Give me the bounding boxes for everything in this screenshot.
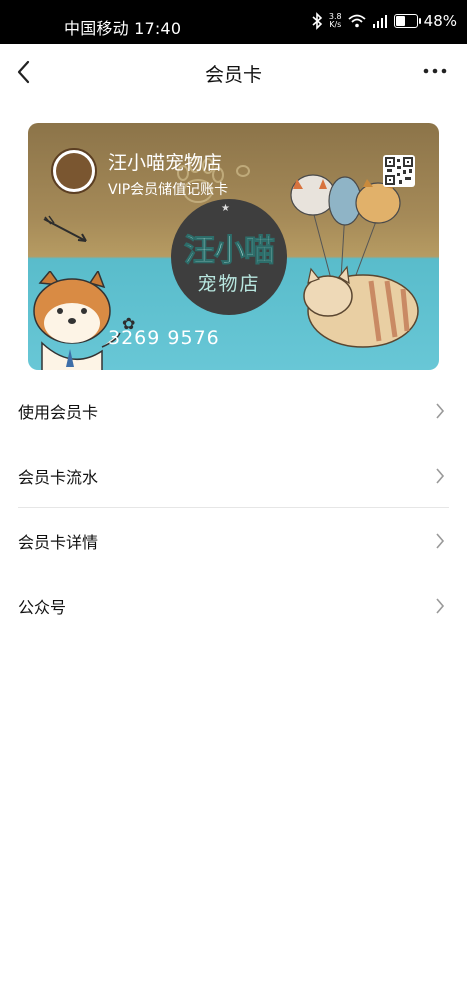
menu-item-use-card[interactable]: 使用会员卡	[0, 378, 467, 443]
arrow-decoration	[43, 215, 87, 242]
shop-logo	[51, 148, 97, 194]
nav-bar: 会员卡	[0, 44, 467, 100]
cat-balloons-illustration	[290, 174, 419, 348]
emblem-text-line1: 汪小喵	[184, 233, 276, 270]
menu-item-card-transactions[interactable]: 会员卡流水	[0, 443, 467, 508]
bluetooth-icon	[312, 12, 323, 30]
card-number: 3269 9576	[108, 327, 220, 349]
battery-fill	[395, 16, 406, 26]
menu-item-card-details[interactable]: 会员卡详情	[0, 508, 467, 573]
menu-item-label: 会员卡流水	[18, 467, 99, 487]
menu-item-label: 公众号	[18, 597, 67, 617]
shop-name: 汪小喵宠物店	[108, 152, 223, 174]
card-type: VIP会员储值记账卡	[108, 182, 229, 198]
network-speed-unit: K/s	[329, 20, 342, 29]
status-bar: 中国移动 17:40 3.8 K/s 48%	[0, 0, 467, 44]
wifi-icon	[348, 14, 366, 28]
dog-avatar-icon	[56, 153, 92, 189]
membership-card[interactable]: ★ 汪小喵 宠物店 ✿ 汪小喵宠物店 VIP会员储值记账卡 3269 9576	[28, 123, 439, 370]
star-icon: ★	[221, 203, 230, 214]
more-options-icon[interactable]	[423, 66, 447, 76]
chevron-right-icon	[436, 598, 445, 614]
page-title: 会员卡	[204, 64, 262, 86]
menu-item-label: 会员卡详情	[18, 532, 99, 552]
cellular-signal-icon	[372, 15, 387, 28]
menu-item-label: 使用会员卡	[18, 402, 99, 422]
qr-code-icon[interactable]	[383, 155, 415, 187]
shiba-dog-illustration: ✿	[33, 271, 135, 370]
battery-percent: 48%	[423, 12, 457, 30]
chevron-right-icon	[436, 533, 445, 549]
chevron-right-icon	[436, 468, 445, 484]
network-speed: 3.8 K/s	[329, 13, 342, 29]
battery-icon	[393, 14, 421, 28]
menu-item-official-account[interactable]: 公众号	[0, 573, 467, 638]
carrier-time: 中国移动 17:40	[64, 19, 182, 38]
chevron-right-icon	[436, 403, 445, 419]
member-card-menu: 使用会员卡 会员卡流水 会员卡详情 公众号	[0, 378, 467, 638]
emblem-text-line2: 宠物店	[197, 273, 261, 295]
